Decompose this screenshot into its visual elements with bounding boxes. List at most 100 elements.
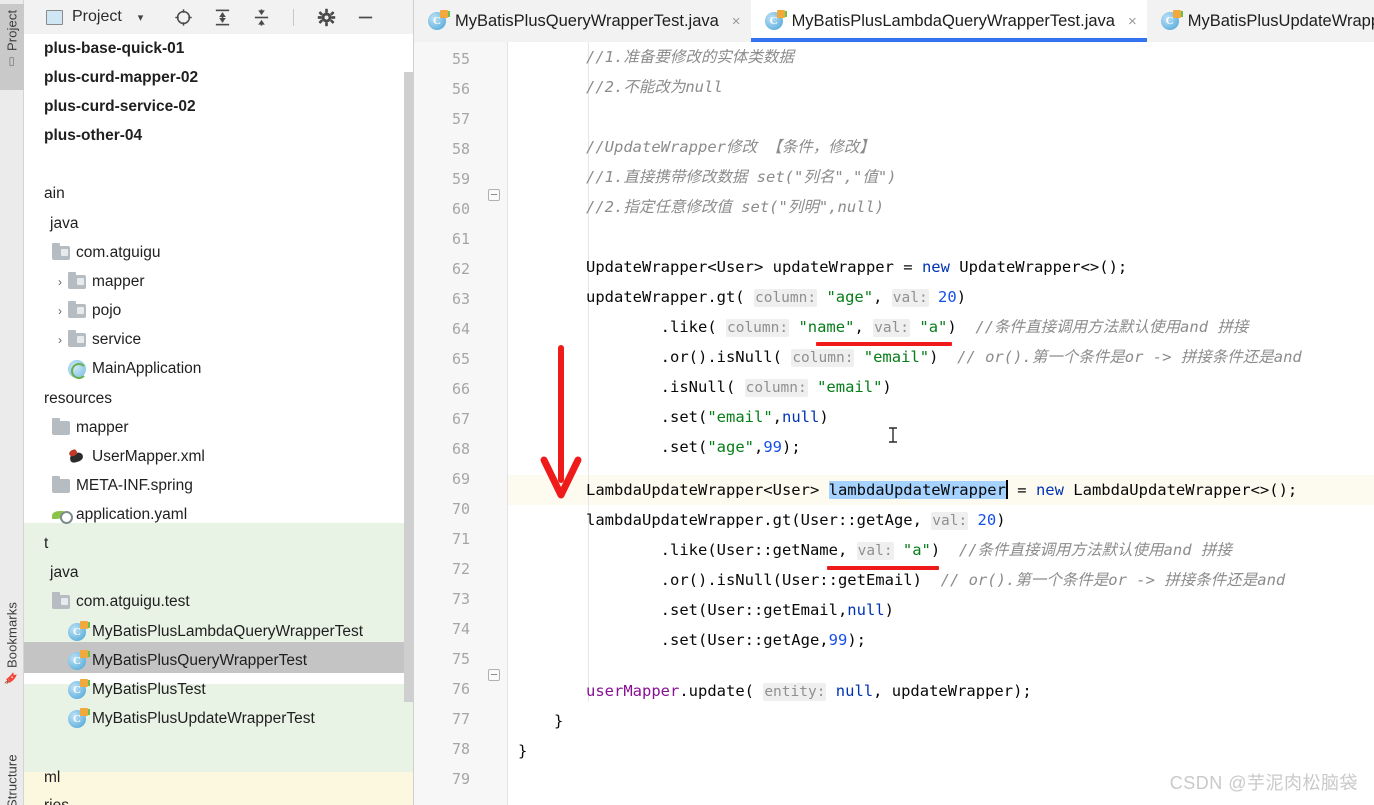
tree-item-java-main[interactable]: java [40,209,78,239]
ide-window: ▭ Project 🔖 Bookmarks Structure Project … [0,0,1374,805]
tree-item-mybatisplus-query-wrapper-test[interactable]: C MyBatisPlusQueryWrapperTest [64,646,307,676]
code-content[interactable]: //1.准备要修改的实体类数据 //2.不能改为null //UpdateWra… [508,42,1374,805]
tree-item-label: com.atguigu [76,243,161,261]
code-line-79: } [554,712,564,730]
yaml-icon [52,507,73,524]
chevron-right-icon[interactable]: › [52,304,68,318]
tree-item-plus-base-quick-01[interactable]: plus-base-quick-01 [34,34,184,64]
chevron-right-icon[interactable]: › [52,333,68,347]
tree-highlight-yellow [24,772,414,805]
editor-tab-label: MyBatisPlusQueryWrapperTest.java [455,11,719,30]
code-fold-marker[interactable] [488,189,500,201]
tree-item-label: plus-base-quick-01 [44,39,185,57]
tree-item-service[interactable]: › service [48,325,141,355]
minimize-icon[interactable] [355,7,375,27]
code-fold-marker[interactable] [488,669,500,681]
java-class-icon: C [428,10,448,30]
line-number: 56 [451,80,470,98]
code-line-63: updateWrapper.gt( column: "age", val: 20… [586,288,967,307]
tree-item-application-yaml[interactable]: application.yaml [48,500,187,530]
tree-item-java-test[interactable]: java [40,558,78,588]
tree-item-mainapplication[interactable]: MainApplication [64,354,201,384]
expand-all-icon[interactable] [212,7,232,27]
tree-item-label: ries [44,797,69,805]
folder-icon [52,475,70,493]
code-line-65: .or().isNull( column: "email") // or().第… [586,348,1302,367]
line-number: 68 [451,440,470,458]
tree-item-com-atguigu[interactable]: com.atguigu [48,238,160,268]
code-line-58: //UpdateWrapper修改 【条件，修改】 [586,138,875,156]
tree-item-usermapper-xml[interactable]: UserMapper.xml [64,442,205,472]
tree-item-main[interactable]: ain [34,179,65,209]
editor-scrollbar[interactable] [1361,42,1374,805]
folder-src-icon [68,329,86,347]
tree-item-xml[interactable]: ml [34,763,60,793]
locate-icon[interactable] [173,7,193,27]
editor-gutter[interactable]: 55 56 57 58 59 60 61 62 63 64 65 66 67 6… [414,42,508,805]
project-window-icon [46,9,63,25]
java-class-icon: C [68,649,88,670]
line-number: 62 [451,260,470,278]
folder-icon: ▭ [5,56,18,67]
editor-tab-mybatisplusquerywrappertest[interactable]: C MyBatisPlusQueryWrapperTest.java × [414,0,751,42]
line-number: 67 [451,410,470,428]
tree-item-mybatisplus-lambda-query-wrapper-test[interactable]: C MyBatisPlusLambdaQueryWrapperTest [64,617,363,647]
collapse-all-icon[interactable] [251,7,271,27]
tree-item-plus-curd-mapper-02[interactable]: plus-curd-mapper-02 [34,63,198,93]
folder-src-icon [68,300,86,318]
tree-item-label: MyBatisPlusTest [92,680,206,698]
line-number: 60 [451,200,470,218]
rail-tab-bookmarks-label: Bookmarks [4,602,20,668]
project-tool-window: Project ▾ plus-base-quick-01 plus-curd-m… [24,0,414,805]
java-class-icon: C [1160,10,1181,30]
chevron-down-icon[interactable]: ▾ [138,11,144,24]
java-class-icon: C [68,707,88,728]
mybatis-xml-icon [68,449,86,465]
tree-item-com-atguigu-test[interactable]: com.atguigu.test [48,587,190,617]
close-icon[interactable]: × [732,13,741,30]
tree-item-label: com.atguigu.test [76,592,190,610]
tree-item-label: MainApplication [92,359,202,377]
tree-item-label: java [50,214,79,232]
rail-tab-project[interactable]: ▭ Project [0,4,24,90]
tree-item-label: resources [44,389,113,407]
rail-tab-structure[interactable]: Structure [0,748,24,805]
code-line-60: //2.指定任意修改值 set("列明",null) [586,198,885,216]
tree-item-label: ain [44,184,65,202]
editor-tab-label: MyBatisPlusLambdaQueryWrapperTest.java [791,11,1115,30]
tree-item-pojo[interactable]: › pojo [48,296,121,326]
tree-item-label: plus-curd-service-02 [44,97,196,115]
tree-item-test[interactable]: t [34,529,48,559]
code-line-55: //1.准备要修改的实体类数据 [586,48,794,66]
tree-item-label: service [92,330,142,348]
editor-tab-mybatisplusupdatewrappertest[interactable]: C MyBatisPlusUpdateWrapperTest.java [1146,0,1374,42]
line-number: 76 [451,680,470,698]
toolbar-divider [293,8,295,26]
red-underline-user-getname [827,566,939,570]
code-line-75: .set(User::getAge,99); [586,631,866,649]
line-number: 77 [451,710,470,728]
project-panel-scrollbar[interactable] [404,72,413,702]
tree-item-label: MyBatisPlusLambdaQueryWrapperTest [92,622,364,640]
tree-item-label: META-INF.spring [76,476,193,494]
tree-item-label: mapper [92,272,145,290]
tree-item-meta-inf-spring[interactable]: META-INF.spring [48,471,193,501]
rail-tab-bookmarks[interactable]: 🔖 Bookmarks [0,596,24,706]
tree-item-resources[interactable]: resources [34,384,112,414]
tool-window-rail: ▭ Project 🔖 Bookmarks Structure [0,0,24,805]
tree-item-plus-curd-service-02[interactable]: plus-curd-service-02 [34,92,196,122]
tree-item-mybatisplus-update-wrapper-test[interactable]: C MyBatisPlusUpdateWrapperTest [64,704,315,734]
java-class-icon: C [68,678,88,699]
tree-item-mapper-res[interactable]: mapper [48,413,129,443]
project-tree[interactable]: plus-base-quick-01 plus-curd-mapper-02 p… [24,34,414,805]
line-number: 61 [451,230,470,248]
tree-item-plus-other-04[interactable]: plus-other-04 [34,121,142,151]
editor-tab-mybatispluslambdaquerywrappertest[interactable]: C MyBatisPlusLambdaQueryWrapperTest.java… [750,0,1147,42]
code-line-64: .like( column: "name", val: "a") //条件直接调… [586,318,1249,337]
folder-icon [52,417,70,435]
tree-item-mybatisplus-test[interactable]: C MyBatisPlusTest [64,675,206,705]
chevron-right-icon[interactable]: › [52,275,68,289]
tree-item-libraries[interactable]: ries [34,791,69,805]
tree-item-mapper[interactable]: › mapper [48,267,145,297]
close-icon[interactable]: × [1128,13,1137,30]
